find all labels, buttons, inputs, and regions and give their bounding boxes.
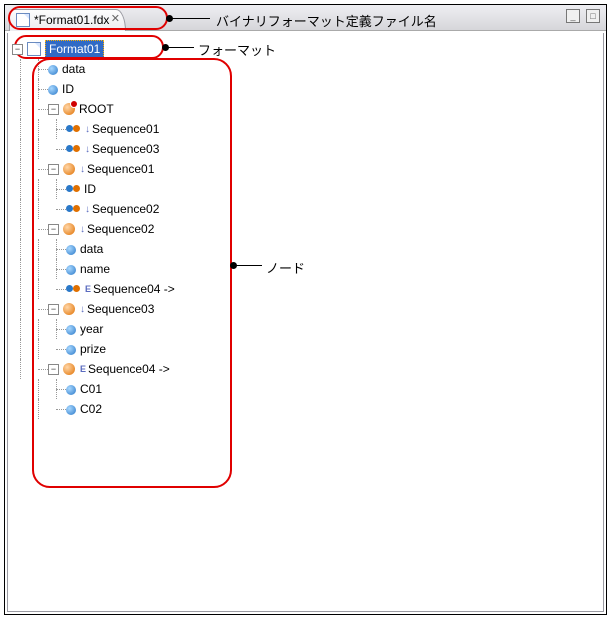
- format-icon: [27, 42, 41, 56]
- tree-label: ID: [62, 82, 74, 96]
- expand-toggle[interactable]: −: [12, 44, 23, 55]
- tree-label: year: [80, 322, 103, 336]
- tree-label: Sequence02: [87, 222, 154, 236]
- expand-toggle[interactable]: −: [48, 364, 59, 375]
- file-icon: [16, 13, 30, 27]
- tree-label: ID: [84, 182, 96, 196]
- tree[interactable]: − Format01 data ID − ROOT: [8, 33, 603, 425]
- tree-panel: − Format01 data ID − ROOT: [7, 33, 604, 612]
- tree-node-seq02[interactable]: − ↓ Sequence02: [12, 219, 599, 239]
- down-arrow-icon: ↓: [85, 144, 90, 155]
- sequence-icon: [63, 223, 75, 235]
- tree-node-seq03-prize[interactable]: prize: [12, 339, 599, 359]
- tree-label: C02: [80, 402, 102, 416]
- tree-node-seq04-c01[interactable]: C01: [12, 379, 599, 399]
- tab-bar: *Format01.fdx ✕ _ □: [5, 5, 606, 31]
- expand-toggle[interactable]: −: [48, 104, 59, 115]
- tree-node-seq03-year[interactable]: year: [12, 319, 599, 339]
- tree-node-seq04-c02[interactable]: C02: [12, 399, 599, 419]
- window-buttons: _ □: [566, 9, 600, 23]
- tree-label: ROOT: [79, 102, 114, 116]
- down-arrow-icon: ↓: [85, 124, 90, 135]
- tree-node-seq03[interactable]: − ↓ Sequence03: [12, 299, 599, 319]
- tree-node-id[interactable]: ID: [12, 79, 599, 99]
- tree-label: Sequence01: [92, 122, 159, 136]
- down-arrow-icon: ↓: [80, 224, 85, 235]
- e-badge-icon: E: [85, 284, 91, 294]
- tree-label: data: [80, 242, 103, 256]
- file-tab-title: *Format01.fdx: [34, 13, 109, 27]
- tree-node-format01[interactable]: − Format01: [12, 39, 599, 59]
- maximize-button[interactable]: □: [586, 9, 600, 23]
- tree-label: Sequence03: [87, 302, 154, 316]
- tree-label: prize: [80, 342, 106, 356]
- tree-node-seq01[interactable]: − ↓ Sequence01: [12, 159, 599, 179]
- tree-node-root-seq01[interactable]: ↓ Sequence01: [12, 119, 599, 139]
- tree-node-seq02-name[interactable]: name: [12, 259, 599, 279]
- seqref-icon: [66, 283, 80, 295]
- tree-label: C01: [80, 382, 102, 396]
- tree-label: Sequence03: [92, 142, 159, 156]
- seqref-icon: [66, 123, 80, 135]
- down-arrow-icon: ↓: [85, 204, 90, 215]
- attribute-icon: [66, 405, 76, 415]
- minimize-button[interactable]: _: [566, 9, 580, 23]
- root-icon: [63, 103, 75, 115]
- down-arrow-icon: ↓: [80, 164, 85, 175]
- attribute-icon: [66, 325, 76, 335]
- expand-toggle[interactable]: −: [48, 164, 59, 175]
- tree-node-seq01-id[interactable]: ID: [12, 179, 599, 199]
- file-tab[interactable]: *Format01.fdx ✕: [9, 9, 126, 31]
- tree-label: Sequence04 ->: [88, 362, 170, 376]
- tree-label: Format01: [45, 40, 104, 58]
- attribute-icon: [48, 85, 58, 95]
- attribute-icon: [66, 245, 76, 255]
- tree-label: Sequence01: [87, 162, 154, 176]
- tree-node-seq04[interactable]: − E Sequence04 ->: [12, 359, 599, 379]
- tree-node-seq01-seq02[interactable]: ↓ Sequence02: [12, 199, 599, 219]
- sequence-icon: [63, 163, 75, 175]
- attribute-icon: [66, 265, 76, 275]
- tree-node-root-seq03[interactable]: ↓ Sequence03: [12, 139, 599, 159]
- sequence-icon: [63, 363, 75, 375]
- editor-frame: *Format01.fdx ✕ _ □ − Format01 data: [4, 4, 607, 615]
- tree-label: data: [62, 62, 85, 76]
- attribute-icon: [48, 65, 58, 75]
- attribute-icon: [66, 385, 76, 395]
- e-badge-icon: E: [80, 364, 86, 374]
- tree-node-data[interactable]: data: [12, 59, 599, 79]
- seqref-icon: [66, 183, 80, 195]
- expand-toggle[interactable]: −: [48, 304, 59, 315]
- attribute-icon: [66, 345, 76, 355]
- tree-node-seq02-data[interactable]: data: [12, 239, 599, 259]
- tree-label: Sequence02: [92, 202, 159, 216]
- seqref-icon: [66, 143, 80, 155]
- seqref-icon: [66, 203, 80, 215]
- expand-toggle[interactable]: −: [48, 224, 59, 235]
- tree-label: name: [80, 262, 110, 276]
- tree-node-root[interactable]: − ROOT: [12, 99, 599, 119]
- close-tab-icon[interactable]: ✕: [109, 13, 121, 25]
- down-arrow-icon: ↓: [80, 304, 85, 315]
- sequence-icon: [63, 303, 75, 315]
- tree-label: Sequence04 ->: [93, 282, 175, 296]
- tree-node-seq02-seq04ref[interactable]: E Sequence04 ->: [12, 279, 599, 299]
